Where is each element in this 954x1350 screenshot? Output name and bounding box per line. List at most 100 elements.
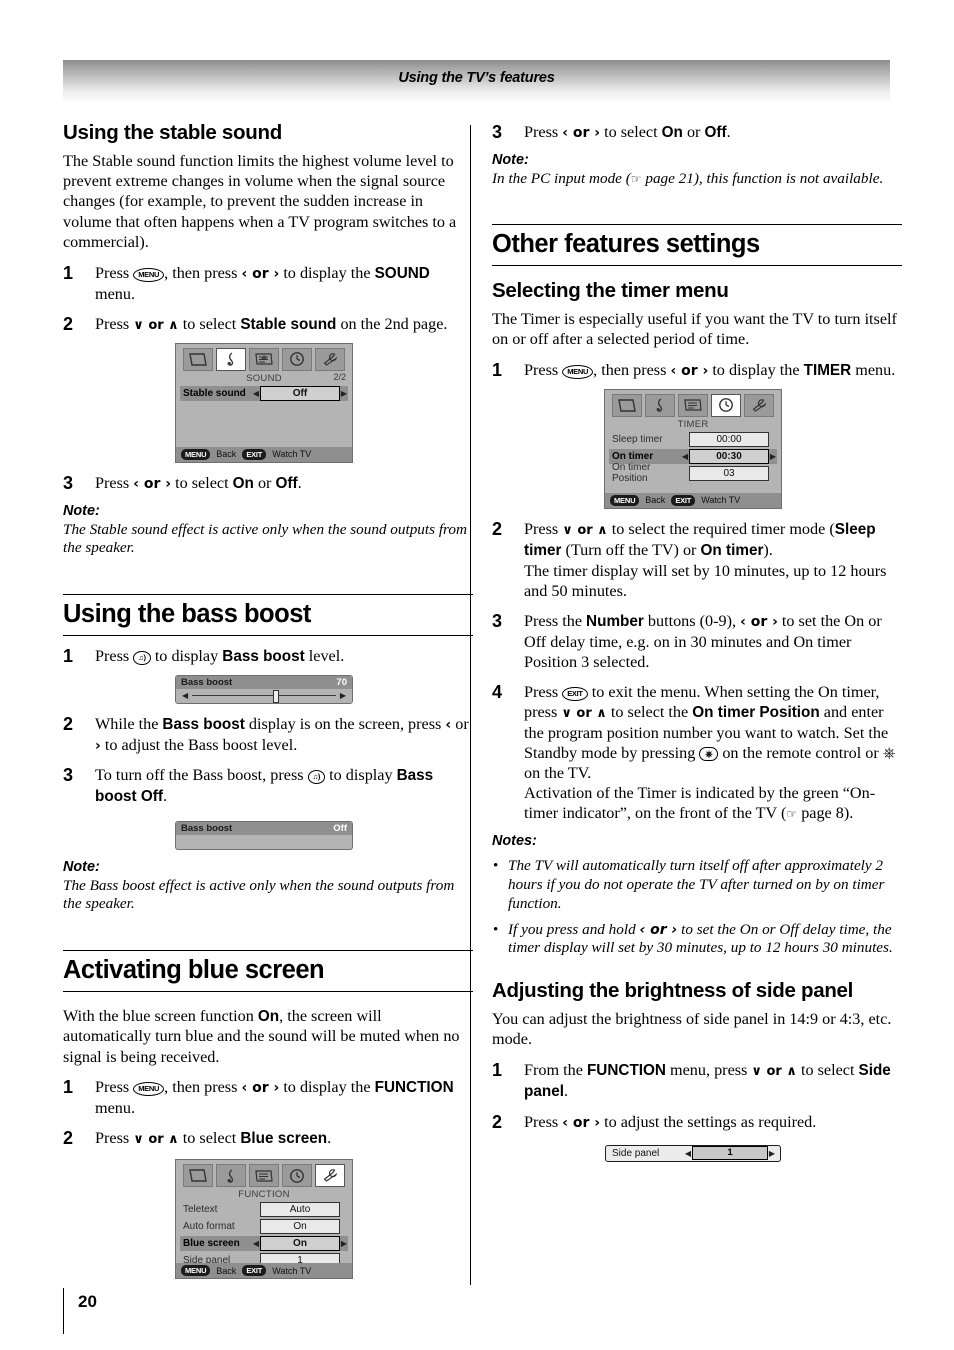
step-text-mid: , then press bbox=[164, 263, 242, 282]
step-text-pre: Press bbox=[524, 123, 563, 141]
bass-boost-slider[interactable]: ◀ ▶ bbox=[176, 689, 352, 704]
osd-row-stable-sound[interactable]: Stable sound ◀ Off ▶ bbox=[180, 385, 348, 401]
step-number: 4 bbox=[492, 682, 503, 703]
side-panel-left-arrow-icon[interactable]: ◀ bbox=[684, 1149, 692, 1158]
osd-row-label: On timer Position bbox=[612, 462, 651, 485]
step-text-pre: While the bbox=[95, 714, 163, 733]
step-text-pre: Press bbox=[95, 263, 134, 282]
bass-boost-off-display: Bass boost Off bbox=[175, 821, 473, 851]
osd-row-on-timer-position[interactable]: On timer Position ◀ 03 ▶ bbox=[609, 462, 777, 484]
osd-left-arrow-icon[interactable]: ◀ bbox=[681, 452, 689, 461]
sound-note-icon bbox=[645, 393, 675, 417]
power-key-icon: ⎈ bbox=[699, 747, 719, 762]
osd-menu-key-icon: MENU bbox=[610, 494, 640, 506]
picture-icon bbox=[183, 347, 213, 371]
step-text-end: . bbox=[726, 123, 731, 141]
step-number: 1 bbox=[492, 359, 503, 380]
step-text-pre: Press bbox=[524, 1112, 563, 1131]
osd-right-arrow-icon[interactable]: ▶ bbox=[769, 452, 777, 461]
step-text-end: . bbox=[563, 1081, 568, 1100]
step-text-end: . bbox=[297, 473, 302, 492]
side-panel-right-arrow-icon[interactable]: ▶ bbox=[768, 1149, 776, 1158]
note-item: If you press and hold ‹ or › to set the … bbox=[492, 921, 902, 959]
step-text-line2b: page 8). bbox=[797, 804, 854, 823]
osd-row-value[interactable]: Auto bbox=[260, 1202, 340, 1218]
osd-row-teletext[interactable]: Teletext ◀ Auto ▶ bbox=[180, 1202, 348, 1218]
step-number: 3 bbox=[63, 472, 74, 493]
note-label: Note: bbox=[63, 503, 100, 520]
timer-intro: The Timer is especially useful if you wa… bbox=[492, 309, 897, 349]
note-label: Note: bbox=[63, 859, 100, 876]
osd-row-value[interactable]: 03 bbox=[689, 465, 769, 481]
sound-menu-screenshot: SOUND 2/2 Stable sound ◀ Off ▶ MENU Back… bbox=[175, 342, 353, 463]
menu-key-icon: MENU bbox=[562, 364, 594, 379]
osd-row-blue-screen[interactable]: Blue screen ◀ On ▶ bbox=[180, 1236, 348, 1252]
osd-row-value[interactable]: On bbox=[260, 1219, 340, 1235]
slider-knob[interactable] bbox=[272, 690, 279, 704]
slider-track[interactable] bbox=[192, 690, 336, 704]
osd-row-value[interactable]: On bbox=[260, 1236, 340, 1252]
osd-page-indicator: 2/2 bbox=[333, 371, 346, 382]
bass-boost-step-3: 3 To turn off the Bass boost, press ♫) t… bbox=[63, 765, 473, 807]
osd-title-row: SOUND 2/2 bbox=[176, 372, 352, 385]
heading-activating-blue-screen: Activating blue screen bbox=[63, 949, 473, 992]
step-text-end: . bbox=[162, 787, 168, 806]
osd-right-arrow-icon[interactable]: ▶ bbox=[340, 389, 348, 398]
osd-row-value[interactable]: 00:30 bbox=[689, 448, 769, 464]
osd-title-row: TIMER bbox=[605, 418, 781, 431]
step-text-mid: , then press bbox=[593, 360, 671, 379]
function-wrench-icon bbox=[315, 1164, 345, 1188]
heading-selecting-timer-menu: Selecting the timer menu bbox=[492, 279, 729, 303]
osd-row-sleep-timer[interactable]: Sleep timer ◀ 00:00 ▶ bbox=[609, 431, 777, 447]
step-number: 2 bbox=[492, 518, 503, 539]
osd-watchtv-label: Watch TV bbox=[272, 449, 312, 460]
step-bold: SOUND bbox=[374, 264, 430, 282]
timer-step-3: 3 Press the Number buttons (0-9), ‹ or ›… bbox=[492, 611, 902, 672]
step-number: 2 bbox=[63, 1128, 74, 1149]
setup-list-icon bbox=[249, 347, 279, 371]
osd-left-arrow-icon[interactable]: ◀ bbox=[252, 389, 260, 398]
page-header-title: Using the TV’s features bbox=[398, 70, 555, 86]
osd-title-row: FUNCTION bbox=[176, 1188, 352, 1201]
osd-footer: MENU Back EXIT Watch TV bbox=[605, 492, 781, 508]
side-panel-bar[interactable]: Side panel ◀ 1 ▶ bbox=[605, 1144, 781, 1162]
step-text-pre: Press the bbox=[524, 612, 587, 631]
step-text-or: or bbox=[253, 473, 276, 492]
slider-right-arrow-icon[interactable]: ▶ bbox=[340, 691, 346, 700]
osd-menu-key-icon: MENU bbox=[181, 448, 211, 460]
slider-left-arrow-icon[interactable]: ◀ bbox=[182, 691, 188, 700]
step-number: 3 bbox=[492, 611, 503, 632]
step-text-mid: to select the required timer mode ( bbox=[607, 519, 835, 538]
osd-row-value[interactable]: Off bbox=[260, 385, 340, 401]
osd-row-auto-format[interactable]: Auto format ◀ On ▶ bbox=[180, 1219, 348, 1235]
side-panel-step-2: 2 Press ‹ or › to adjust the settings as… bbox=[492, 1112, 902, 1133]
osd-row-value[interactable]: 00:00 bbox=[689, 431, 769, 447]
step-text-end: menu. bbox=[851, 360, 896, 379]
note-label: Note: bbox=[492, 152, 529, 169]
osd-left-arrow-icon[interactable]: ◀ bbox=[252, 1239, 260, 1248]
osd-exit-key-icon: EXIT bbox=[671, 494, 696, 506]
step-text-mid2: to select bbox=[796, 1060, 859, 1079]
heading-other-features-settings: Other features settings bbox=[492, 224, 902, 267]
step-text-post: to display the bbox=[708, 360, 804, 379]
function-wrench-icon bbox=[744, 393, 774, 417]
stable-sound-intro: The Stable sound function limits the hig… bbox=[63, 151, 457, 252]
menu-key-icon: MENU bbox=[133, 267, 165, 282]
side-panel-intro: You can adjust the brightness of side pa… bbox=[492, 1009, 892, 1049]
osd-right-arrow-icon[interactable]: ▶ bbox=[340, 1239, 348, 1248]
up-down-arrows-icon: ∨ or ∧ bbox=[133, 317, 179, 333]
step-bold: Bass boost bbox=[222, 647, 305, 665]
step-text: Press ‹ or › to select On or Off. bbox=[524, 122, 902, 143]
timer-step-2: 2 Press ∨ or ∧ to select the required ti… bbox=[492, 519, 902, 601]
step-text-mid3: ). bbox=[763, 540, 773, 559]
side-panel-value[interactable]: 1 bbox=[692, 1146, 768, 1161]
left-right-arrows-icon: ‹ or › bbox=[562, 1114, 601, 1131]
speaker-icon: ♫) bbox=[133, 650, 151, 665]
osd-title: TIMER bbox=[677, 418, 709, 430]
step-text-mid: to select bbox=[600, 123, 662, 141]
step-number: 2 bbox=[63, 313, 74, 334]
step-text: Press ∨ or ∧ to select Stable sound on t… bbox=[95, 314, 473, 335]
